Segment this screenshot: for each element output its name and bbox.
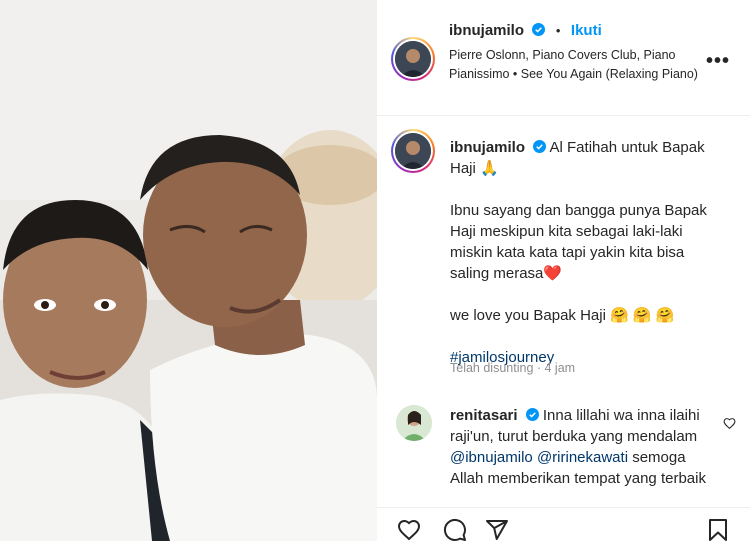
author-username[interactable]: ibnujamilo (449, 22, 524, 39)
caption-paragraph: Ibnu sayang dan bangga punya Bapak Haji … (450, 202, 707, 282)
verified-badge-icon (532, 23, 546, 36)
music-info[interactable]: Pierre Oslonn, Piano Covers Club, Piano … (449, 46, 699, 84)
author-avatar[interactable] (391, 37, 435, 81)
post-header: ibnujamilo • Ikuti Pierre Oslonn, Piano … (377, 0, 750, 116)
commenter-username[interactable]: renitasari (450, 407, 518, 424)
bookmark-icon[interactable] (707, 518, 729, 541)
mention-link[interactable]: @ibnujamilo (450, 449, 533, 466)
separator-dot: • (555, 23, 561, 38)
comment-icon[interactable] (443, 518, 467, 541)
heart-icon[interactable] (397, 518, 421, 541)
post-side-panel: ibnujamilo • Ikuti Pierre Oslonn, Piano … (377, 0, 750, 541)
post-photo[interactable] (0, 0, 377, 541)
caption-text: ibnujamilo Al Fatihah untuk Bapak Haji 🙏… (450, 137, 725, 389)
caption-block: ibnujamilo Al Fatihah untuk Bapak Haji 🙏… (377, 117, 750, 397)
verified-badge-icon (525, 408, 539, 421)
caption-paragraph: we love you Bapak Haji 🤗 🤗 🤗 (450, 307, 675, 324)
comment-text: renitasari Inna lillahi wa inna ilaihi r… (450, 405, 720, 489)
verified-badge-icon (533, 140, 547, 153)
share-icon[interactable] (485, 518, 509, 541)
commenter-avatar[interactable] (396, 405, 432, 441)
comment-item: renitasari Inna lillahi wa inna ilaihi r… (377, 397, 750, 507)
more-options-icon[interactable]: ••• (706, 50, 730, 73)
caption-author-avatar[interactable] (391, 129, 435, 173)
comment-like-icon[interactable] (723, 417, 736, 430)
action-bar (377, 507, 750, 541)
mention-link[interactable]: @ririnekawati (537, 449, 628, 466)
follow-button[interactable]: Ikuti (571, 22, 602, 39)
post-timestamp: Telah disunting · 4 jam (450, 361, 576, 375)
header-title-row: ibnujamilo • Ikuti (449, 22, 602, 40)
caption-username[interactable]: ibnujamilo (450, 139, 525, 156)
